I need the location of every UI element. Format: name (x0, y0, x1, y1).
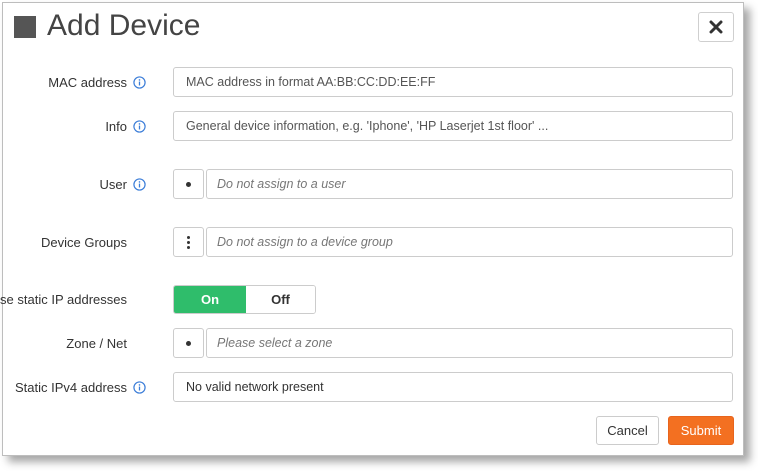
dot-icon (186, 181, 191, 187)
zone-net-label-text: Zone / Net (66, 335, 127, 351)
info-spacer (133, 236, 146, 249)
info-input[interactable]: General device information, e.g. 'Iphone… (173, 111, 733, 141)
device-groups-placeholder: Do not assign to a device group (217, 235, 393, 249)
zone-select-input[interactable]: Please select a zone (206, 328, 733, 358)
device-groups-label: Device Groups (41, 227, 146, 257)
toggle-off-option[interactable]: Off (246, 286, 315, 313)
mac-address-input[interactable]: MAC address in format AA:BB:CC:DD:EE:FF (173, 67, 733, 97)
mac-address-placeholder: MAC address in format AA:BB:CC:DD:EE:FF (186, 75, 436, 89)
zone-picker-button[interactable] (173, 328, 204, 358)
user-label-text: User (99, 176, 127, 192)
user-select-input[interactable]: Do not assign to a user (206, 169, 733, 199)
title-square-icon (14, 16, 36, 38)
mac-address-label: MAC address (48, 67, 146, 97)
zone-net-label: Zone / Net (66, 328, 146, 358)
info-label: Info (105, 111, 146, 141)
submit-button[interactable]: Submit (668, 416, 734, 445)
mac-address-label-text: MAC address (48, 74, 127, 90)
zone-placeholder: Please select a zone (217, 336, 333, 350)
device-groups-label-text: Device Groups (41, 234, 127, 250)
cancel-button[interactable]: Cancel (596, 416, 659, 445)
info-icon[interactable] (133, 119, 146, 133)
static-ip-toggle[interactable]: On Off (173, 285, 316, 314)
toggle-on-option[interactable]: On (174, 286, 246, 313)
device-groups-picker-button[interactable] (173, 227, 204, 257)
user-label: User (100, 169, 146, 199)
static-ipv4-label: Static IPv4 address (15, 372, 146, 402)
info-icon[interactable] (133, 177, 146, 191)
dialog-title: Add Device (47, 9, 201, 42)
info-placeholder: General device information, e.g. 'Iphone… (186, 119, 549, 133)
static-ipv4-input[interactable]: No valid network present (173, 372, 733, 402)
dot-icon (186, 340, 191, 346)
info-spacer (133, 337, 146, 350)
info-spacer (133, 293, 146, 306)
device-groups-select-input[interactable]: Do not assign to a device group (206, 227, 733, 257)
static-ip-label-text: Use static IP addresses (0, 291, 127, 307)
info-icon[interactable] (133, 380, 146, 394)
close-x-icon (709, 20, 723, 34)
info-icon[interactable] (133, 75, 146, 89)
close-button[interactable] (698, 12, 734, 42)
static-ipv4-value: No valid network present (186, 380, 324, 394)
user-picker-button[interactable] (173, 169, 204, 199)
static-ip-label: Use static IP addresses (0, 284, 146, 314)
info-label-text: Info (105, 118, 127, 134)
static-ipv4-label-text: Static IPv4 address (15, 379, 127, 395)
user-placeholder: Do not assign to a user (217, 177, 346, 191)
add-device-dialog: Add Device MAC address MAC address in fo… (0, 2, 744, 456)
vertical-dots-icon (187, 235, 190, 249)
